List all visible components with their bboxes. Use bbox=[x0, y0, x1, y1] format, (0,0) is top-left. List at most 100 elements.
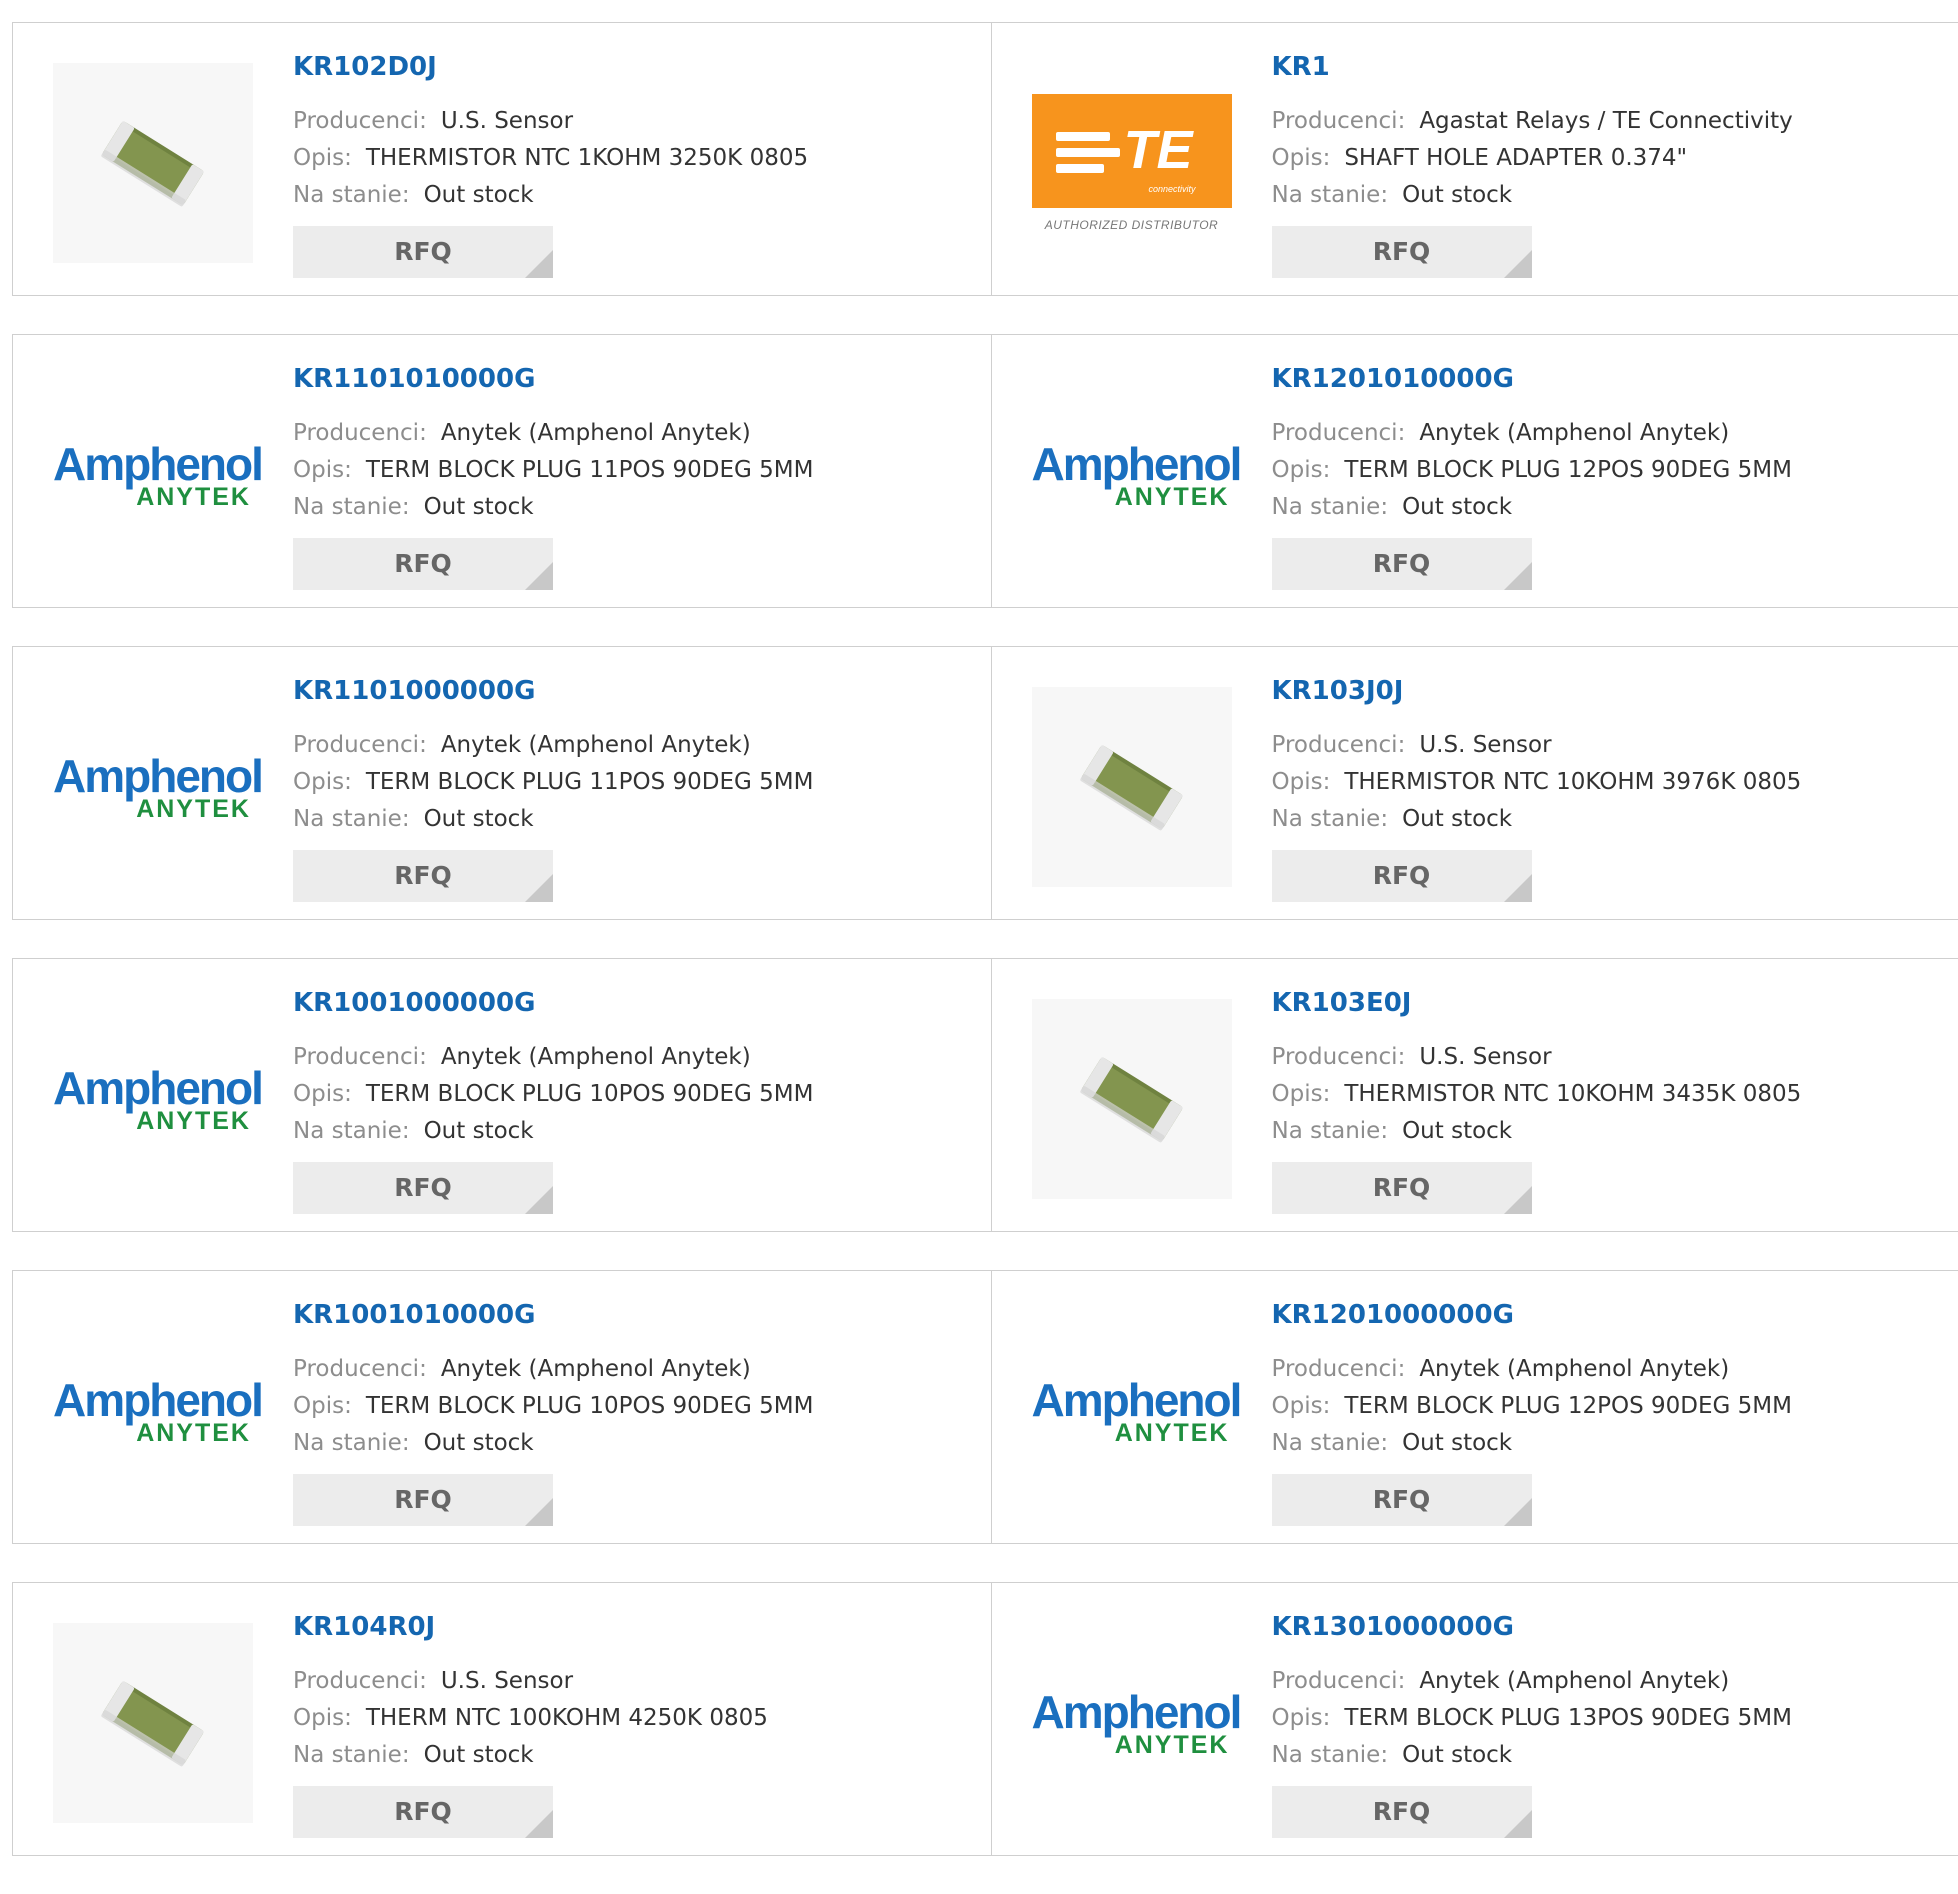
product-row: KR104R0J Producenci:U.S. Sensor Opis:THE… bbox=[12, 1582, 1958, 1856]
te-logo-box: TE connectivity bbox=[1032, 94, 1232, 208]
product-image-link[interactable] bbox=[53, 1623, 253, 1823]
thermistor-chip-icon bbox=[1032, 999, 1232, 1199]
manufacturer-label: Producenci: bbox=[1272, 732, 1406, 758]
product-card: AmphenolANYTEK KR1201010000G Producenci:… bbox=[991, 335, 1958, 607]
stock-value: Out stock bbox=[1402, 182, 1512, 208]
description-value: TERM BLOCK PLUG 11POS 90DEG 5MM bbox=[366, 457, 814, 483]
product-part-number-link[interactable]: KR1201010000G bbox=[1272, 363, 1793, 395]
stock-row: Na stanie: Out stock bbox=[1272, 801, 1802, 838]
te-connectivity-logo: TEconnectivityAUTHORIZED DISTRIBUTOR bbox=[1032, 94, 1232, 232]
product-image-link[interactable]: AmphenolANYTEK bbox=[1032, 375, 1232, 575]
rfq-button-label: RFQ bbox=[394, 1797, 452, 1826]
product-part-number-link[interactable]: KR1 bbox=[1272, 51, 1793, 83]
stock-row: Na stanie:Out stock bbox=[1272, 489, 1793, 526]
description-row: Opis:TERM BLOCK PLUG 11POS 90DEG 5MM bbox=[293, 452, 814, 489]
product-image-link[interactable]: AmphenolANYTEK bbox=[53, 687, 253, 887]
product-image-link[interactable]: AmphenolANYTEK bbox=[53, 375, 253, 575]
manufacturer-row: Producenci:U.S. Sensor bbox=[293, 103, 808, 140]
rfq-button[interactable]: RFQ bbox=[293, 1162, 553, 1214]
manufacturer-row: Producenci:U.S. Sensor bbox=[1272, 1039, 1802, 1076]
te-logo-text: TE bbox=[1124, 122, 1193, 178]
stock-row: Na stanie: Out stock bbox=[293, 489, 814, 526]
stock-row: Na stanie:Out stock bbox=[1272, 1425, 1793, 1462]
rfq-button[interactable]: RFQ bbox=[293, 226, 553, 278]
manufacturer-value: Anytek (Amphenol Anytek) bbox=[441, 732, 751, 758]
stock-value: Out stock bbox=[1402, 1118, 1512, 1144]
product-info: KR1 Producenci:Agastat Relays / TE Conne… bbox=[1272, 51, 1793, 278]
product-part-number-link[interactable]: KR1301000000G bbox=[1272, 1611, 1793, 1643]
stock-value: Out stock bbox=[424, 182, 534, 208]
amphenol-logo-text: Amphenol bbox=[53, 442, 253, 486]
manufacturer-value: Anytek (Amphenol Anytek) bbox=[1419, 1668, 1729, 1694]
description-value: TERM BLOCK PLUG 13POS 90DEG 5MM bbox=[1344, 1705, 1792, 1731]
rfq-button[interactable]: RFQ bbox=[293, 1474, 553, 1526]
corner-triangle-icon bbox=[1504, 250, 1532, 278]
product-image-link[interactable] bbox=[1032, 687, 1232, 887]
corner-triangle-icon bbox=[525, 1186, 553, 1214]
manufacturer-row: Producenci:Anytek (Amphenol Anytek) bbox=[293, 1039, 814, 1076]
product-part-number-link[interactable]: KR1001000000G bbox=[293, 987, 814, 1019]
manufacturer-value: Anytek (Amphenol Anytek) bbox=[441, 420, 751, 446]
product-image-link[interactable]: AmphenolANYTEK bbox=[53, 999, 253, 1199]
stock-value: Out stock bbox=[1402, 806, 1512, 832]
product-row: AmphenolANYTEK KR1001010000G Producenci:… bbox=[12, 1270, 1958, 1544]
rfq-button[interactable]: RFQ bbox=[293, 850, 553, 902]
product-part-number-link[interactable]: KR1001010000G bbox=[293, 1299, 814, 1331]
description-value: TERM BLOCK PLUG 11POS 90DEG 5MM bbox=[366, 769, 814, 795]
description-value: SHAFT HOLE ADAPTER 0.374" bbox=[1344, 145, 1687, 171]
corner-triangle-icon bbox=[1504, 874, 1532, 902]
rfq-button[interactable]: RFQ bbox=[1272, 1162, 1532, 1214]
description-label: Opis: bbox=[1272, 145, 1331, 171]
product-part-number-link[interactable]: KR103E0J bbox=[1272, 987, 1802, 1019]
description-row: Opis:TERM BLOCK PLUG 12POS 90DEG 5MM bbox=[1272, 1388, 1793, 1425]
product-row: KR102D0J Producenci:U.S. Sensor Opis:THE… bbox=[12, 22, 1958, 296]
product-image-link[interactable]: TEconnectivityAUTHORIZED DISTRIBUTOR bbox=[1032, 63, 1232, 263]
product-info: KR1301000000G Producenci:Anytek (Ampheno… bbox=[1272, 1611, 1793, 1838]
rfq-button[interactable]: RFQ bbox=[293, 538, 553, 590]
rfq-button[interactable]: RFQ bbox=[1272, 1786, 1532, 1838]
product-card: AmphenolANYTEK KR1001010000G Producenci:… bbox=[13, 1271, 991, 1543]
product-image-link[interactable] bbox=[53, 63, 253, 263]
rfq-button-label: RFQ bbox=[394, 1173, 452, 1202]
product-part-number-link[interactable]: KR104R0J bbox=[293, 1611, 768, 1643]
rfq-button[interactable]: RFQ bbox=[293, 1786, 553, 1838]
product-row: AmphenolANYTEK KR1101000000G Producenci:… bbox=[12, 646, 1958, 920]
amphenol-anytek-logo: AmphenolANYTEK bbox=[1032, 442, 1232, 508]
stock-value: Out stock bbox=[424, 494, 534, 520]
product-image-link[interactable]: AmphenolANYTEK bbox=[1032, 1311, 1232, 1511]
te-logo-subtext: connectivity bbox=[1148, 184, 1195, 194]
stock-value: Out stock bbox=[1402, 1430, 1512, 1456]
product-image-link[interactable]: AmphenolANYTEK bbox=[1032, 1623, 1232, 1823]
stock-row: Na stanie:Out stock bbox=[1272, 1737, 1793, 1774]
amphenol-anytek-logo: AmphenolANYTEK bbox=[1032, 1690, 1232, 1756]
product-card: KR102D0J Producenci:U.S. Sensor Opis:THE… bbox=[13, 23, 991, 295]
rfq-button[interactable]: RFQ bbox=[1272, 850, 1532, 902]
manufacturer-value: Anytek (Amphenol Anytek) bbox=[441, 1356, 751, 1382]
stock-label: Na stanie: bbox=[1272, 182, 1389, 208]
rfq-button[interactable]: RFQ bbox=[1272, 538, 1532, 590]
product-part-number-link[interactable]: KR1101000000G bbox=[293, 675, 814, 707]
product-image-link[interactable] bbox=[1032, 999, 1232, 1199]
amphenol-logo-text: Amphenol bbox=[1032, 1690, 1232, 1734]
product-image-link[interactable]: AmphenolANYTEK bbox=[53, 1311, 253, 1511]
description-row: Opis:TERM BLOCK PLUG 10POS 90DEG 5MM bbox=[293, 1076, 814, 1113]
stock-label: Na stanie: bbox=[293, 494, 410, 520]
rfq-button-label: RFQ bbox=[1373, 1797, 1431, 1826]
product-part-number-link[interactable]: KR1101010000G bbox=[293, 363, 814, 395]
rfq-button-label: RFQ bbox=[1373, 1173, 1431, 1202]
description-label: Opis: bbox=[293, 1705, 352, 1731]
product-part-number-link[interactable]: KR103J0J bbox=[1272, 675, 1802, 707]
corner-triangle-icon bbox=[1504, 1186, 1532, 1214]
product-part-number-link[interactable]: KR102D0J bbox=[293, 51, 808, 83]
manufacturer-row: Producenci:Anytek (Amphenol Anytek) bbox=[1272, 1351, 1793, 1388]
rfq-button[interactable]: RFQ bbox=[1272, 1474, 1532, 1526]
product-part-number-link[interactable]: KR1201000000G bbox=[1272, 1299, 1793, 1331]
description-label: Opis: bbox=[293, 1393, 352, 1419]
stock-label: Na stanie: bbox=[1272, 806, 1389, 832]
rfq-button[interactable]: RFQ bbox=[1272, 226, 1532, 278]
manufacturer-label: Producenci: bbox=[293, 1044, 427, 1070]
amphenol-logo-text: Amphenol bbox=[1032, 442, 1232, 486]
thermistor-chip-icon bbox=[53, 1623, 253, 1823]
stock-value: Out stock bbox=[424, 806, 534, 832]
thermistor-chip-icon bbox=[1032, 687, 1232, 887]
